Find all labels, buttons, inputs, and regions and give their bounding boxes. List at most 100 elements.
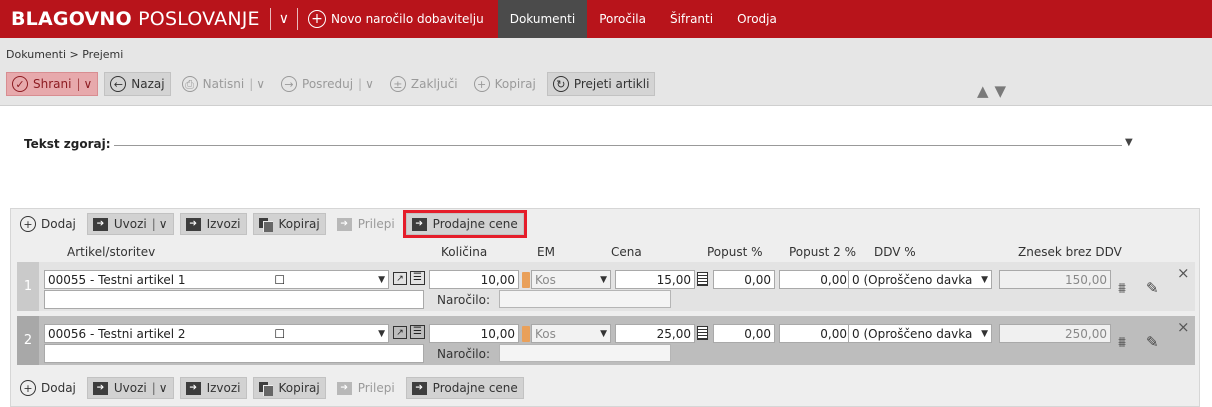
app-brand[interactable]: BLAGOVNO POSLOVANJE (11, 8, 260, 30)
items-panel: + Dodaj ➔ Uvozi | ∨ ➔ Izvozi Kopiraj ➔ P… (10, 208, 1200, 407)
items-toolbar-bottom: + Dodaj ➔ Uvozi | ∨ ➔ Izvozi Kopiraj ➔ P… (11, 375, 530, 401)
sale-prices-button[interactable]: ➔ Prodajne cene (405, 377, 524, 399)
barcode-icon[interactable]: ⩩ (1118, 279, 1126, 297)
unit-value: Kos (535, 326, 556, 341)
order-field[interactable] (499, 344, 671, 362)
discount-field[interactable]: 0,00 (713, 324, 775, 343)
copy-items-button[interactable]: Kopiraj (252, 377, 326, 399)
text-top-label: Tekst zgoraj: (24, 137, 111, 151)
edit-icon[interactable]: ✎ (1146, 333, 1159, 351)
text-top-divider (114, 145, 1122, 146)
import-icon: ➔ (92, 381, 108, 395)
import-button[interactable]: ➔ Uvozi | ∨ (86, 377, 174, 399)
print-button[interactable]: ⎙ Natisni | ∨ (177, 72, 270, 96)
record-navigation: ▲▼ (977, 82, 1012, 100)
paste-button[interactable]: ➔ Prilepi (332, 377, 400, 399)
edit-icon[interactable]: ✎ (1146, 279, 1159, 297)
quantity-field[interactable]: 10,00 (429, 324, 519, 343)
paste-button[interactable]: ➔ Prilepi (332, 213, 400, 235)
arrow-up-icon[interactable]: ▲ (977, 82, 995, 100)
tab-label: Orodja (737, 12, 777, 26)
external-link-icon[interactable]: ↗ (393, 326, 407, 339)
order-field[interactable] (499, 290, 671, 308)
warning-marker-icon (522, 326, 530, 342)
chevron-down-icon[interactable]: ∨ (365, 77, 374, 91)
export-button[interactable]: ➔ Izvozi (179, 377, 247, 399)
arrow-down-icon[interactable]: ▼ (995, 82, 1013, 100)
discount-field[interactable]: 0,00 (713, 270, 775, 289)
back-button[interactable]: ← Nazaj (104, 72, 171, 96)
copy-items-button[interactable]: Kopiraj (252, 213, 326, 235)
vat-select[interactable]: 0 (Oproščeno davka ▼ (848, 270, 992, 289)
received-items-button[interactable]: ↻ Prejeti artikli (546, 72, 656, 96)
tab-dokumenti[interactable]: Dokumenti (497, 0, 588, 38)
quantity-value: 10,00 (480, 272, 515, 287)
row-number: 2 (17, 316, 39, 365)
export-icon: ➔ (185, 217, 201, 231)
items-toolbar-top: + Dodaj ➔ Uvozi | ∨ ➔ Izvozi Kopiraj ➔ P… (11, 210, 530, 238)
calculator-icon[interactable] (697, 272, 708, 286)
caret-down-icon[interactable]: ▼ (1125, 137, 1133, 148)
sale-prices-icon: ➔ (411, 381, 427, 395)
chevron-down-icon[interactable]: ▼ (977, 275, 988, 285)
chevron-down-icon[interactable]: ∨ (256, 77, 265, 91)
chevron-down-icon[interactable]: ▼ (596, 275, 607, 285)
unit-select[interactable]: Kos ▼ (531, 324, 611, 343)
lock-button[interactable]: ± Zaključi (385, 72, 463, 96)
chevron-down-icon[interactable]: ∨ (279, 11, 289, 27)
tab-porocila[interactable]: Poročila (587, 0, 658, 38)
chevron-down-icon[interactable]: ∨ (159, 381, 168, 395)
dropdown-divider: | (358, 77, 363, 91)
plus-minus-circle-icon: ± (389, 76, 406, 92)
col-discount: Popust % (707, 245, 763, 259)
sale-prices-label: Prodajne cene (432, 381, 518, 395)
import-button[interactable]: ➔ Uvozi | ∨ (86, 213, 174, 235)
chevron-down-icon[interactable]: ▼ (374, 329, 385, 339)
article-note-field[interactable] (44, 290, 424, 309)
chevron-down-icon[interactable]: ▼ (977, 329, 988, 339)
unit-select[interactable]: Kos ▼ (531, 270, 611, 289)
chevron-down-icon[interactable]: ▼ (374, 275, 385, 285)
add-label: Dodaj (41, 217, 76, 231)
save-label: Shrani (33, 77, 72, 91)
square-icon[interactable]: ☐ (274, 273, 285, 287)
calculator-icon[interactable] (697, 326, 708, 340)
copy-button[interactable]: + Kopiraj (469, 72, 541, 96)
price-field[interactable]: 15,00 (615, 270, 695, 289)
barcode-icon[interactable]: ⩩ (1118, 333, 1126, 351)
tab-orodja[interactable]: Orodja (725, 0, 789, 38)
export-button[interactable]: ➔ Izvozi (179, 213, 247, 235)
external-link-icon[interactable]: ↗ (393, 272, 407, 285)
add-item-button[interactable]: + Dodaj (15, 377, 81, 399)
new-supplier-order-button[interactable]: + Novo naročilo dobavitelju (308, 10, 484, 28)
brand-divider-2 (297, 8, 298, 30)
chevron-down-icon[interactable]: ▼ (596, 329, 607, 339)
breadcrumb: Dokumenti > Prejemi (6, 48, 124, 61)
brand-rest: POSLOVANJE (138, 8, 260, 30)
paste-icon: ➔ (336, 381, 352, 395)
lock-label: Zaključi (410, 77, 458, 91)
square-icon[interactable]: ☐ (274, 327, 285, 341)
close-icon[interactable]: × (1177, 318, 1190, 336)
close-icon[interactable]: × (1177, 264, 1190, 282)
chevron-down-icon[interactable]: ∨ (159, 217, 168, 231)
warning-marker-icon (522, 272, 530, 288)
list-icon[interactable]: ☰ (410, 271, 425, 285)
quantity-field[interactable]: 10,00 (429, 270, 519, 289)
price-field[interactable]: 25,00 (615, 324, 695, 343)
save-button[interactable]: ✓ Shrani | ∨ (6, 72, 99, 96)
price-value: 15,00 (656, 272, 691, 287)
article-field[interactable]: 00055 - Testni artikel 1 ☐ ▼ (44, 270, 389, 289)
article-value: 00055 - Testni artikel 1 (48, 272, 186, 287)
list-icon[interactable]: ☰ (410, 325, 425, 339)
tab-sifranti[interactable]: Šifranti (658, 0, 725, 38)
forward-button[interactable]: → Posreduj | ∨ (276, 72, 379, 96)
discount2-field[interactable]: 0,00 (779, 324, 851, 343)
chevron-down-icon[interactable]: ∨ (84, 77, 93, 91)
discount2-field[interactable]: 0,00 (779, 270, 851, 289)
article-field[interactable]: 00056 - Testni artikel 2 ☐ ▼ (44, 324, 389, 343)
add-item-button[interactable]: + Dodaj (15, 213, 81, 235)
sale-prices-button[interactable]: ➔ Prodajne cene (402, 210, 527, 238)
vat-select[interactable]: 0 (Oproščeno davka ▼ (848, 324, 992, 343)
article-note-field[interactable] (44, 344, 424, 363)
